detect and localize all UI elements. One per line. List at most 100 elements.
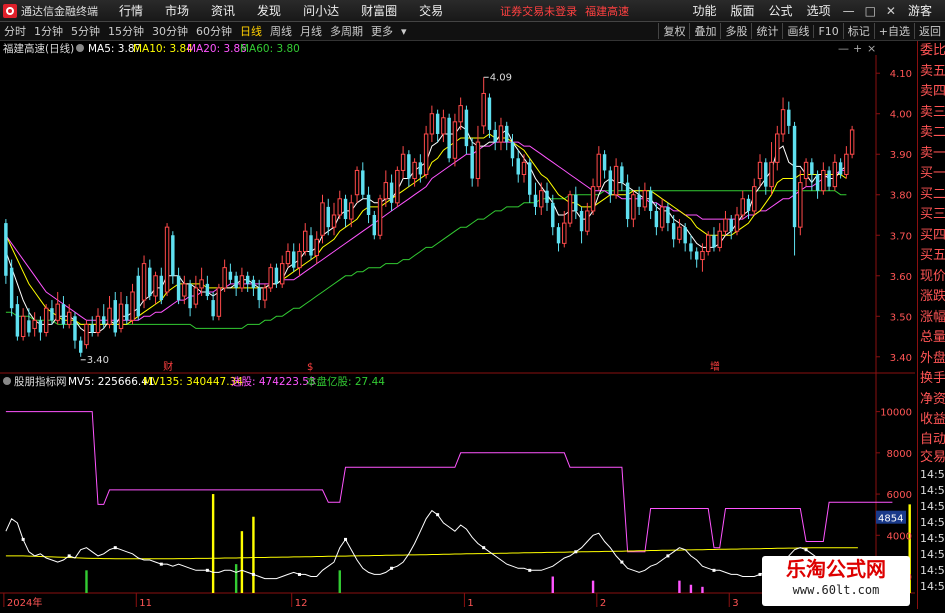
candle-body-up[interactable] (475, 141, 481, 180)
chevron-down-icon[interactable]: ▾ (397, 25, 411, 38)
candle-body-down[interactable] (827, 170, 831, 187)
zoom-in-icon[interactable]: + (853, 42, 862, 55)
toolbar-overlay[interactable]: 叠加 (689, 23, 720, 39)
candle-body-down[interactable] (361, 170, 365, 195)
toolbar-back[interactable]: 返回 (914, 23, 945, 39)
candle-body-down[interactable] (464, 109, 469, 147)
candle-body-down[interactable] (712, 235, 716, 248)
candle-body-down[interactable] (447, 117, 451, 159)
settings-gear-icon[interactable] (76, 44, 84, 52)
candle-body-up[interactable] (193, 287, 199, 305)
candle-body-up[interactable] (567, 194, 573, 224)
candle-body-up[interactable] (222, 267, 227, 289)
candle-body-down[interactable] (533, 194, 538, 207)
menu-item-discover[interactable]: 发现 (246, 2, 292, 19)
candle-body-down[interactable] (234, 275, 238, 288)
menu-item-formula[interactable]: 公式 (762, 2, 800, 19)
close-icon[interactable]: ✕ (881, 4, 901, 18)
kline-chart-area[interactable]: 福建高速(日线) MA5: 3.87 MA10: 3.84 MA20: 3.86… (0, 41, 915, 609)
period-monthly[interactable]: 月线 (296, 23, 326, 39)
candle-body-up[interactable] (769, 161, 774, 188)
candle-body-down[interactable] (309, 235, 313, 256)
candle-body-up[interactable] (130, 291, 135, 321)
candle-body-up[interactable] (752, 186, 757, 212)
candle-body-up[interactable] (297, 250, 302, 269)
candle-body-down[interactable] (102, 316, 106, 325)
candle-body-down[interactable] (671, 223, 676, 240)
finance-event-marker[interactable]: 财 (163, 360, 173, 373)
candle-body-up[interactable] (395, 169, 400, 204)
candle-body-down[interactable] (228, 271, 233, 280)
candle-body-up[interactable] (757, 161, 763, 180)
candle-body-down[interactable] (27, 320, 31, 333)
candle-body-up[interactable] (740, 198, 745, 216)
candle-body-up[interactable] (268, 267, 273, 289)
sub-settings-gear-icon[interactable] (3, 377, 11, 385)
candle-body-down[interactable] (274, 267, 279, 284)
candle-body-down[interactable] (136, 275, 141, 317)
candle-body-down[interactable] (15, 304, 20, 337)
user-label[interactable]: 游客 (901, 2, 939, 19)
candle-body-up[interactable] (441, 117, 446, 135)
candle-body-up[interactable] (285, 250, 291, 265)
period-30min[interactable]: 30分钟 (148, 23, 192, 39)
toolbar-mark[interactable]: 标记 (842, 23, 874, 39)
candle-body-up[interactable] (723, 218, 728, 232)
candle-body-down[interactable] (504, 125, 509, 143)
dividend-event-marker[interactable]: $ (307, 362, 313, 373)
candle-body-up[interactable] (141, 263, 147, 301)
candle-body-up[interactable] (798, 182, 803, 228)
candle-body-down[interactable] (78, 340, 83, 353)
candle-body-down[interactable] (746, 198, 751, 211)
candle-body-down[interactable] (211, 300, 215, 317)
candle-body-up[interactable] (539, 190, 544, 208)
candle-body-down[interactable] (407, 154, 411, 179)
candle-body-down[interactable] (602, 154, 607, 171)
candle-body-up[interactable] (585, 210, 590, 232)
candle-body-up[interactable] (320, 202, 325, 236)
menu-item-market[interactable]: 市场 (154, 2, 200, 19)
candle-body-up[interactable] (521, 161, 527, 175)
candle-body-up[interactable] (153, 275, 158, 297)
menu-item-news[interactable]: 资讯 (200, 2, 246, 19)
candle-body-up[interactable] (182, 283, 187, 297)
candle-body-down[interactable] (372, 215, 377, 236)
candle-body-down[interactable] (38, 320, 43, 333)
sidebar-trade-0[interactable]: 自动 (918, 431, 945, 449)
candle-body-down[interactable] (810, 162, 814, 175)
minimize-icon[interactable]: — (838, 4, 860, 18)
menu-item-options[interactable]: 选项 (800, 2, 838, 19)
candle-body-up[interactable] (775, 133, 780, 163)
candle-body-up[interactable] (429, 113, 435, 135)
candle-body-down[interactable] (625, 182, 630, 220)
candle-body-up[interactable] (458, 105, 463, 123)
candle-body-up[interactable] (314, 238, 319, 257)
candle-body-down[interactable] (9, 267, 14, 309)
candle-body-up[interactable] (849, 129, 855, 155)
candle-body-down[interactable] (487, 97, 492, 130)
candle-body-down[interactable] (493, 129, 497, 143)
candle-body-up[interactable] (642, 190, 648, 208)
candle-body-down[interactable] (435, 113, 440, 134)
candle-body-up[interactable] (239, 275, 245, 289)
candle-body-down[interactable] (148, 267, 152, 297)
period-multi[interactable]: 多周期 (326, 23, 367, 39)
period-5min[interactable]: 5分钟 (67, 23, 104, 39)
candle-body-up[interactable] (199, 279, 204, 289)
candle-body-up[interactable] (481, 92, 486, 127)
period-1min[interactable]: 1分钟 (30, 23, 67, 39)
candle-body-down[interactable] (556, 227, 561, 244)
period-weekly[interactable]: 周线 (266, 23, 296, 39)
candle-body-down[interactable] (245, 275, 250, 284)
candle-body-up[interactable] (331, 214, 337, 228)
kline-chart-svg[interactable]: 福建高速(日线) MA5: 3.87 MA10: 3.84 MA20: 3.86… (0, 41, 915, 609)
candle-body-down[interactable] (516, 158, 520, 175)
candle-body-down[interactable] (689, 243, 693, 252)
toolbar-add-watchlist[interactable]: +自选 (873, 23, 914, 39)
candle-body-up[interactable] (107, 307, 112, 325)
candle-body-up[interactable] (32, 319, 37, 329)
candle-body-up[interactable] (84, 323, 89, 346)
candle-body-down[interactable] (90, 324, 94, 333)
candle-body-down[interactable] (389, 182, 394, 203)
zoom-out-icon[interactable]: — (838, 42, 849, 55)
